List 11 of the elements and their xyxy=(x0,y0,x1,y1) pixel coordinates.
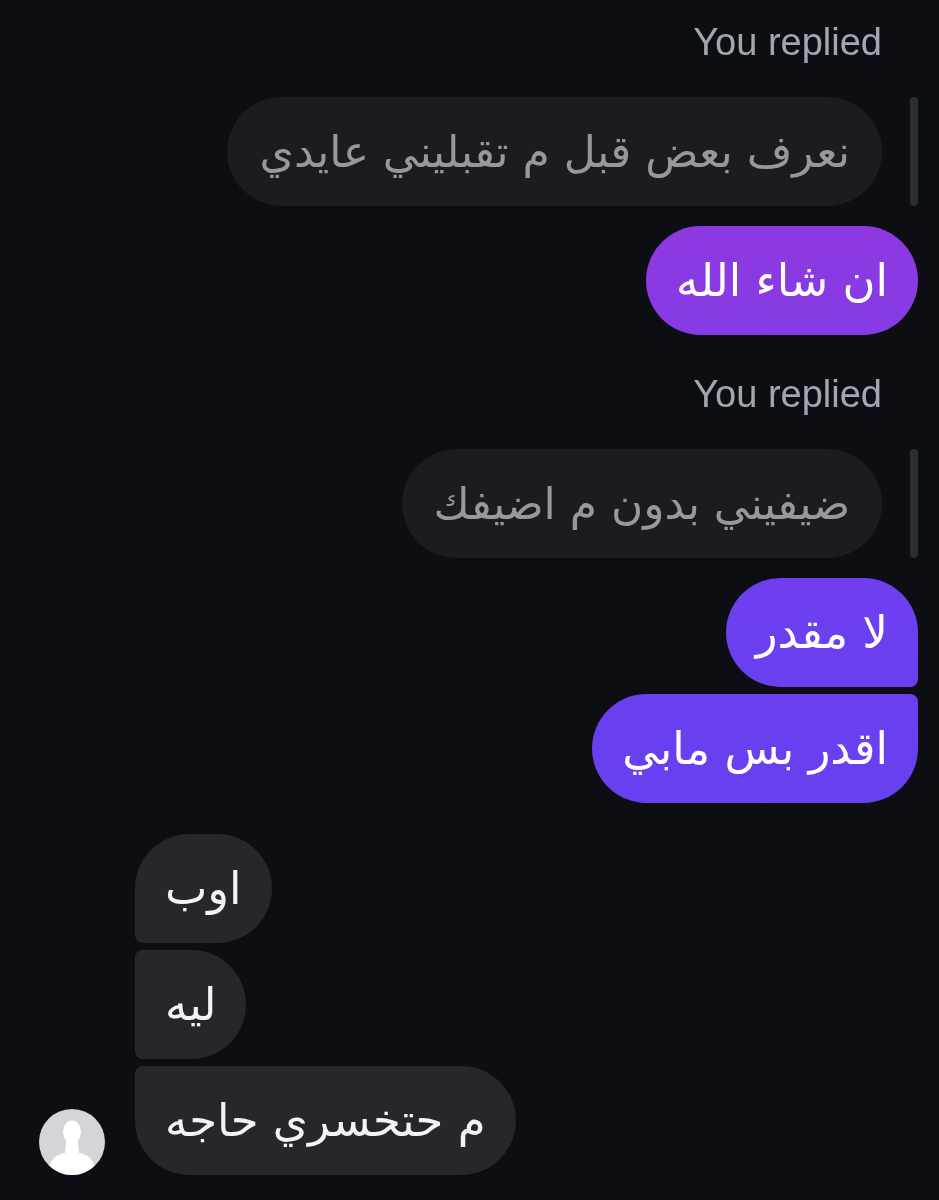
replied-label: You replied xyxy=(693,372,882,417)
sent-message-bubble: اقدر بس مابي xyxy=(592,694,918,803)
sent-message-bubble: ان شاء الله xyxy=(646,226,918,335)
received-message-bubble: ليه xyxy=(135,950,247,1059)
quoted-message: ضيفيني بدون م اضيفك xyxy=(401,449,882,558)
replied-label: You replied xyxy=(693,20,882,65)
received-message-bubble: م حتخسري حاجه xyxy=(135,1066,516,1175)
quoted-message: نعرف بعض قبل م تقبليني عايدي xyxy=(227,97,882,206)
received-message-bubble: اوب xyxy=(135,834,272,943)
sent-message-bubble: لا مقدر xyxy=(725,578,918,687)
avatar-icon xyxy=(39,1109,105,1175)
